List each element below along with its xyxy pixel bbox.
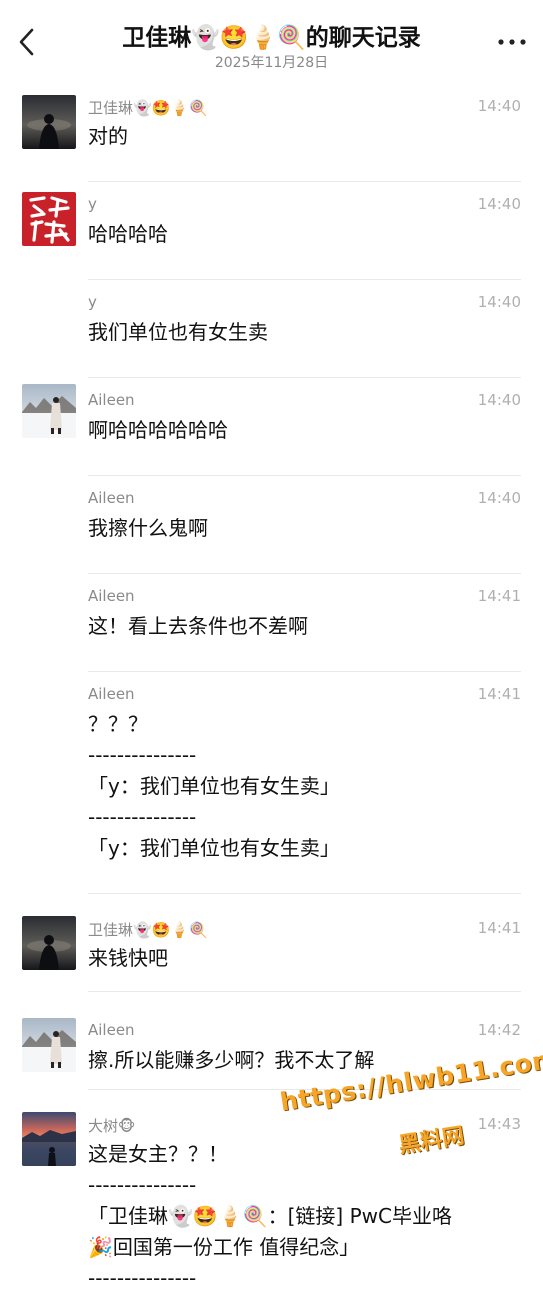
message-item[interactable]: 卫佳琳👻🤩🍦🍭 14:40 对的: [0, 84, 543, 182]
sender-name: 大树🐵: [88, 1117, 136, 1135]
sender-name: Aileen: [88, 685, 135, 703]
message-item[interactable]: Aileen 14:41 ？？？ --------------- 「y：我们单位…: [0, 672, 543, 894]
message-time: 14:42: [477, 1021, 521, 1039]
sender-name: Aileen: [88, 587, 135, 605]
message-item[interactable]: Aileen 14:41 这！看上去条件也不差啊: [0, 574, 543, 672]
message-text: 我擦什么鬼啊: [88, 516, 208, 540]
page-date: 2025年11月28日: [214, 55, 329, 71]
message-text: 啊哈哈哈哈哈哈: [88, 418, 228, 442]
message-time: 14:41: [477, 587, 521, 605]
avatar[interactable]: [22, 1112, 76, 1166]
message-item[interactable]: 大树🐵 14:43 这是女主？？！ --------------- 「卫佳琳👻🤩…: [0, 1090, 543, 1290]
message-item[interactable]: Aileen 14:40 我擦什么鬼啊: [0, 476, 543, 574]
message-text: 擦.所以能赚多少啊？我不太了解: [88, 1048, 375, 1072]
page-title: 卫佳琳👻🤩🍦🍭的聊天记录: [122, 25, 421, 51]
message-time: 14:40: [477, 293, 521, 311]
sender-name: 卫佳琳👻🤩🍦🍭: [88, 921, 208, 939]
message-text: ？？？ --------------- 「y：我们单位也有女生卖」 ------…: [88, 712, 340, 860]
message-time: 14:40: [477, 391, 521, 409]
avatar[interactable]: [22, 916, 76, 970]
message-text: 这！看上去条件也不差啊: [88, 614, 308, 638]
message-time: 14:40: [477, 97, 521, 115]
sender-name: y: [88, 293, 97, 311]
sender-name: Aileen: [88, 391, 135, 409]
avatar[interactable]: [22, 192, 76, 246]
message-time: 14:41: [477, 685, 521, 703]
more-icon[interactable]: [495, 30, 529, 54]
chat-header: 卫佳琳👻🤩🍦🍭的聊天记录 2025年11月28日: [0, 0, 543, 84]
message-time: 14:43: [477, 1115, 521, 1133]
message-time: 14:41: [477, 919, 521, 937]
message-time: 14:40: [477, 195, 521, 213]
message-item[interactable]: 卫佳琳👻🤩🍦🍭 14:41 来钱快吧: [0, 894, 543, 992]
message-text: 来钱快吧: [88, 946, 168, 970]
message-item[interactable]: y 14:40 哈哈哈哈: [0, 182, 543, 280]
message-item[interactable]: Aileen 14:40 啊哈哈哈哈哈哈: [0, 378, 543, 476]
sender-name: Aileen: [88, 1021, 135, 1039]
message-text: 我们单位也有女生卖: [88, 320, 268, 344]
message-text: 对的: [88, 124, 128, 148]
avatar[interactable]: [22, 384, 76, 438]
message-time: 14:40: [477, 489, 521, 507]
message-list: 卫佳琳👻🤩🍦🍭 14:40 对的 y 14:40 哈哈哈哈 y 14:40 我们…: [0, 84, 543, 1290]
avatar[interactable]: [22, 1018, 76, 1072]
sender-name: 卫佳琳👻🤩🍦🍭: [88, 99, 208, 117]
message-item[interactable]: y 14:40 我们单位也有女生卖: [0, 280, 543, 378]
message-item[interactable]: Aileen 14:42 擦.所以能赚多少啊？我不太了解: [0, 992, 543, 1090]
avatar[interactable]: [22, 95, 76, 149]
message-text: 哈哈哈哈: [88, 222, 168, 246]
sender-name: y: [88, 195, 97, 213]
sender-name: Aileen: [88, 489, 135, 507]
message-text: 这是女主？？！ --------------- 「卫佳琳👻🤩🍦🍭：[链接] Pw…: [88, 1142, 452, 1290]
